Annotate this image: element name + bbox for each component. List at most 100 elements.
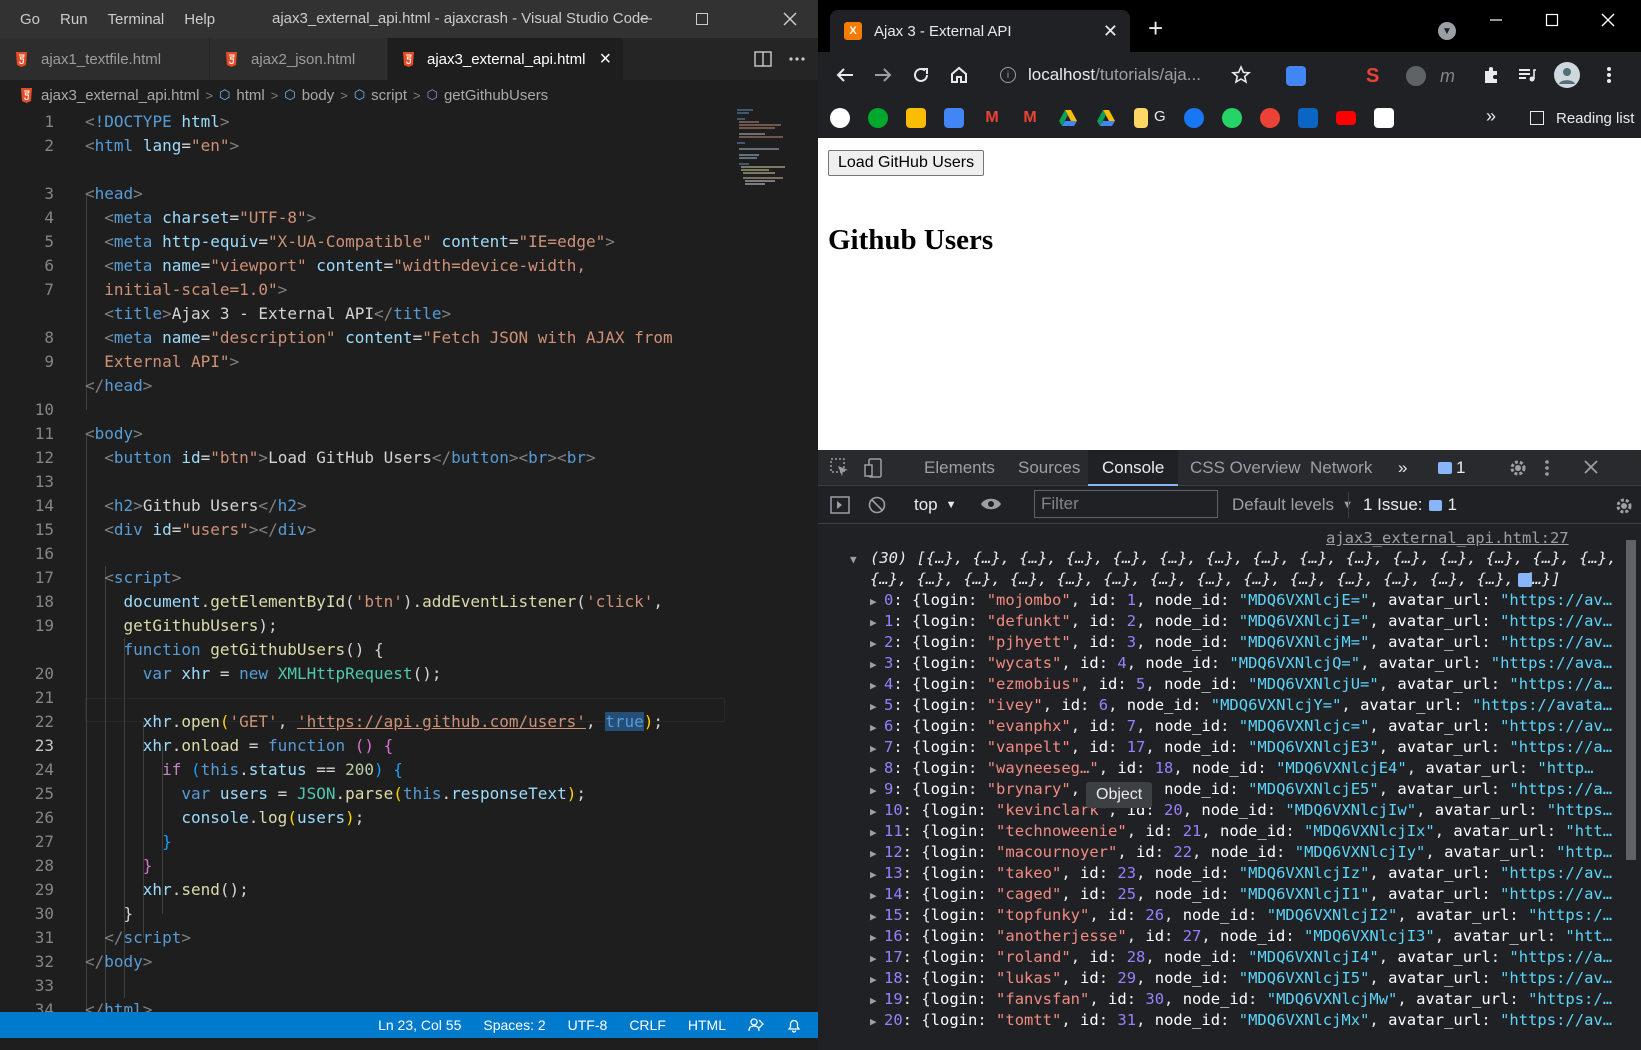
back-button[interactable] bbox=[832, 62, 858, 88]
google-bookmark-icon[interactable] bbox=[830, 108, 850, 128]
media-button[interactable] bbox=[1514, 62, 1540, 88]
inspect-element-icon[interactable] bbox=[830, 458, 850, 483]
expand-arrow-icon[interactable]: ▶ bbox=[870, 654, 880, 675]
issues-button[interactable]: 1 Issue: 1 bbox=[1348, 492, 1457, 518]
console-array-item[interactable]: ▶ 17: {login: "roland", id: 28, node_id: … bbox=[870, 947, 1612, 969]
expand-arrow-icon[interactable]: ▶ bbox=[870, 1011, 880, 1032]
console-array-item[interactable]: ▶ 4: {login: "ezmobius", id: 5, node_id: … bbox=[870, 674, 1612, 696]
drive-bookmark-icon[interactable] bbox=[1096, 108, 1116, 128]
indentation[interactable]: Spaces: 2 bbox=[483, 1017, 545, 1033]
close-tab-icon[interactable]: × bbox=[599, 48, 611, 71]
expand-arrow-icon[interactable]: ▶ bbox=[870, 885, 880, 906]
calendar-bookmark-icon[interactable] bbox=[944, 108, 964, 128]
console-array-item[interactable]: ▶ 19: {login: "fanvsfan", id: 30, node_id… bbox=[870, 989, 1612, 1011]
linkedin-bookmark-icon[interactable] bbox=[1298, 108, 1318, 128]
menu-terminal[interactable]: Terminal bbox=[98, 11, 175, 28]
minimap[interactable] bbox=[735, 108, 805, 188]
extension-icon[interactable] bbox=[1286, 66, 1306, 86]
tab-network[interactable]: Network bbox=[1310, 450, 1372, 486]
expand-arrow-icon[interactable]: ▶ bbox=[870, 822, 880, 843]
profile-avatar[interactable] bbox=[1554, 62, 1580, 88]
devtools-menu-icon[interactable] bbox=[1544, 458, 1550, 483]
maximize-button[interactable] bbox=[1524, 0, 1580, 40]
language-mode[interactable]: HTML bbox=[688, 1017, 726, 1033]
forward-button[interactable] bbox=[870, 62, 896, 88]
console-array-item[interactable]: ▶ 8: {login: "wayneeseg…", id: 18, node_i… bbox=[870, 758, 1593, 780]
expand-arrow-icon[interactable]: ▶ bbox=[870, 591, 880, 612]
expand-arrow-icon[interactable]: ▶ bbox=[870, 906, 880, 927]
console-array-item[interactable]: ▶ 1: {login: "defunkt", id: 2, node_id: "… bbox=[870, 611, 1612, 633]
expand-arrow-icon[interactable]: ▶ bbox=[870, 801, 880, 822]
close-tab-icon[interactable]: ✕ bbox=[1103, 21, 1118, 42]
tab-console[interactable]: Console bbox=[1088, 450, 1179, 486]
gmail-bookmark-icon[interactable]: M bbox=[982, 108, 1002, 128]
console-array-item[interactable]: ▶ 7: {login: "vanpelt", id: 17, node_id: … bbox=[870, 737, 1612, 759]
whatsapp-bookmark-icon[interactable] bbox=[1222, 108, 1242, 128]
console-settings-gear-icon[interactable] bbox=[1614, 496, 1634, 521]
console-array-item[interactable]: ▶9: {login: "brynary", id: 19, node_id: … bbox=[870, 779, 1612, 801]
console-scrollbar[interactable] bbox=[1626, 540, 1636, 860]
expand-arrow-icon[interactable]: ▶ bbox=[870, 969, 880, 990]
tab-search-icon[interactable]: ▼ bbox=[1438, 22, 1456, 40]
tab-sources[interactable]: Sources bbox=[1018, 450, 1080, 486]
close-devtools-icon[interactable] bbox=[1582, 458, 1600, 481]
info-badge-icon[interactable] bbox=[1518, 573, 1532, 587]
breadcrumb-script[interactable]: script bbox=[371, 87, 407, 104]
home-button[interactable] bbox=[946, 62, 972, 88]
console-array-item[interactable]: ▶ 14: {login: "caged", id: 25, node_id: "… bbox=[870, 884, 1612, 906]
minimize-button[interactable] bbox=[1468, 0, 1524, 40]
new-tab-button[interactable]: + bbox=[1148, 14, 1163, 42]
console-array-item[interactable]: ▶ 12: {login: "macournoyer", id: 22, node… bbox=[870, 842, 1612, 864]
sidebar-toggle-icon[interactable] bbox=[830, 496, 850, 519]
record-bookmark-icon[interactable] bbox=[1260, 108, 1280, 128]
tab-ajax2[interactable]: ajax2_json.html bbox=[210, 38, 388, 80]
expand-arrow-icon[interactable]: ▶ bbox=[870, 675, 880, 696]
expand-arrow-icon[interactable]: ▶ bbox=[870, 948, 880, 969]
browser-tab[interactable]: X Ajax 3 - External API ✕ bbox=[830, 10, 1130, 52]
expand-arrow-icon[interactable]: ▶ bbox=[870, 927, 880, 948]
chrome-menu-button[interactable] bbox=[1596, 62, 1622, 88]
more-bookmarks-icon[interactable]: » bbox=[1486, 106, 1496, 127]
live-expression-eye-icon[interactable] bbox=[980, 496, 1002, 517]
minimize-button[interactable] bbox=[618, 0, 674, 38]
breadcrumb-html[interactable]: html bbox=[236, 87, 264, 104]
bookmark-g-label[interactable]: G bbox=[1154, 108, 1166, 125]
bell-icon[interactable] bbox=[786, 1017, 802, 1033]
line-ending[interactable]: CRLF bbox=[629, 1017, 666, 1033]
feedback-icon[interactable] bbox=[748, 1017, 764, 1033]
more-tabs-icon[interactable]: » bbox=[1398, 450, 1407, 486]
expand-arrow-icon[interactable]: ▶ bbox=[870, 738, 880, 759]
source-link[interactable]: ajax3_external_api.html:27 bbox=[1326, 528, 1569, 549]
expand-arrow-icon[interactable]: ▶ bbox=[870, 780, 880, 801]
close-window-button[interactable] bbox=[762, 0, 818, 38]
console-array-item[interactable]: ▶ 5: {login: "ivey", id: 6, node_id: "MDQ… bbox=[870, 695, 1612, 717]
address-bar[interactable]: i localhost/tutorials/aja... bbox=[986, 56, 1466, 94]
expand-arrow-icon[interactable]: ▶ bbox=[870, 612, 880, 633]
extension-s-icon[interactable]: S bbox=[1366, 66, 1386, 86]
flickr-bookmark-icon[interactable] bbox=[1374, 108, 1394, 128]
expand-arrow-icon[interactable]: ▶ bbox=[870, 717, 880, 738]
console-array-item[interactable]: ▶ 11: {login: "technoweenie", id: 21, nod… bbox=[870, 821, 1612, 843]
menu-go[interactable]: Go bbox=[10, 11, 50, 28]
tab-css-overview[interactable]: CSS Overview bbox=[1190, 450, 1301, 486]
issues-badge-button[interactable]: 1 bbox=[1438, 456, 1465, 480]
tab-ajax1[interactable]: ajax1_textfile.html bbox=[0, 38, 210, 80]
tab-elements[interactable]: Elements bbox=[924, 450, 995, 486]
console-output[interactable]: ajax3_external_api.html:27 ▼ (30) [{…}, … bbox=[818, 524, 1641, 1050]
encoding[interactable]: UTF-8 bbox=[568, 1017, 608, 1033]
breadcrumb-body[interactable]: body bbox=[302, 87, 335, 104]
bookmark-star-button[interactable] bbox=[1228, 62, 1254, 88]
context-selector[interactable]: top ▼ bbox=[914, 486, 957, 524]
keep-bookmark-icon[interactable] bbox=[906, 108, 926, 128]
split-editor-icon[interactable] bbox=[754, 51, 772, 67]
console-array-item[interactable]: ▶ 18: {login: "lukas", id: 29, node_id: "… bbox=[870, 968, 1612, 990]
reload-button[interactable] bbox=[908, 62, 934, 88]
expand-arrow-icon[interactable]: ▼ bbox=[850, 549, 857, 570]
expand-arrow-icon[interactable]: ▶ bbox=[870, 843, 880, 864]
drive-bookmark-icon[interactable] bbox=[1058, 108, 1078, 128]
console-array-item[interactable]: ▶ 16: {login: "anotherjesse", id: 27, nod… bbox=[870, 926, 1612, 948]
console-array-item[interactable]: ▶ 13: {login: "takeo", id: 23, node_id: "… bbox=[870, 863, 1612, 885]
console-array-item[interactable]: ▶ 10: {login: "kevinclark", id: 20, node_… bbox=[870, 800, 1612, 822]
evernote-bookmark-icon[interactable] bbox=[868, 108, 888, 128]
extension-m-icon[interactable]: m bbox=[1440, 66, 1460, 86]
